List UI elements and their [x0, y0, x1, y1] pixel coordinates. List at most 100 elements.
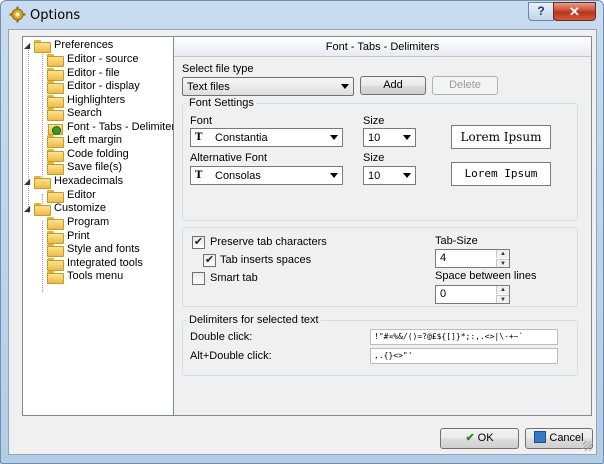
- alternative-font-preview: Lorem Ipsum: [451, 162, 551, 186]
- font-icon: T: [195, 170, 203, 181]
- folder-icon: [47, 67, 64, 81]
- close-button[interactable]: ✕: [553, 2, 596, 21]
- folder-icon: [47, 94, 64, 108]
- font-settings-title: Font Settings: [187, 97, 256, 109]
- ok-label: OK: [477, 432, 494, 444]
- smart-tab-label: Smart tab: [210, 272, 258, 284]
- double-click-delimiters-field[interactable]: !"#¤%&/()=?@£${[]}*;:,.<>|\-+~`: [370, 329, 558, 345]
- folder-icon: [47, 53, 64, 67]
- font-value: Constantia: [215, 131, 268, 144]
- tree-item-hexadecimals[interactable]: ◢ Hexadecimals: [23, 174, 125, 189]
- folder-icon: [34, 39, 51, 53]
- title-bar[interactable]: Options ? ✕: [1, 1, 603, 29]
- folder-icon: [47, 148, 64, 162]
- collapse-icon[interactable]: ◢: [24, 41, 32, 50]
- double-click-label: Double click:: [190, 331, 253, 343]
- tree-item-search[interactable]: Search: [47, 106, 104, 121]
- folder-icon: [47, 216, 64, 230]
- tree-item-tools-menu[interactable]: Tools menu: [47, 269, 125, 284]
- tab-inserts-spaces-checkbox[interactable]: ✔: [203, 254, 216, 267]
- spin-down-icon[interactable]: ▼: [496, 259, 509, 267]
- tab-size-spinner[interactable]: 4 ▲ ▼: [435, 249, 510, 268]
- delete-button[interactable]: Delete: [432, 76, 498, 95]
- collapse-icon[interactable]: ◢: [24, 204, 32, 213]
- folder-icon: [47, 270, 64, 284]
- tree-item-program[interactable]: Program: [47, 215, 111, 230]
- font-icon: T: [195, 132, 203, 143]
- alternative-font-value: Consolas: [215, 169, 261, 182]
- help-button[interactable]: ?: [528, 2, 554, 21]
- tab-size-value: 4: [440, 252, 447, 264]
- tree-item-customize[interactable]: ◢ Customize: [23, 201, 108, 216]
- spin-down-icon[interactable]: ▼: [496, 295, 509, 303]
- panel-header: Font - Tabs - Delimiters: [174, 37, 591, 57]
- alternative-size-label: Size: [363, 152, 385, 164]
- line-spacing-value: 0: [440, 288, 447, 300]
- spin-up-icon[interactable]: ▲: [496, 250, 509, 258]
- folder-icon: [47, 161, 64, 175]
- tree-item-print[interactable]: Print: [47, 229, 92, 244]
- folder-icon: [47, 230, 64, 244]
- alt-double-click-label: Alt+Double click:: [190, 350, 272, 362]
- ok-button[interactable]: ✔ OK: [440, 428, 519, 449]
- tree-item-editor-display[interactable]: Editor - display: [47, 79, 142, 94]
- font-label: Font: [190, 115, 213, 127]
- tree-item-editor-source[interactable]: Editor - source: [47, 52, 141, 67]
- tree-item-save-files[interactable]: Save file(s): [47, 160, 124, 175]
- font-select[interactable]: T Constantia: [190, 128, 343, 147]
- tree-item-highlighters[interactable]: Highlighters: [47, 93, 127, 108]
- smart-tab-checkbox[interactable]: [192, 272, 205, 285]
- spin-up-icon[interactable]: ▲: [496, 286, 509, 294]
- alternative-size-select[interactable]: 10: [363, 166, 416, 185]
- size-label: Size: [363, 115, 385, 127]
- file-type-select[interactable]: Text files: [182, 77, 354, 96]
- size-select[interactable]: 10: [363, 128, 416, 147]
- folder-icon: [47, 243, 64, 257]
- tree-item-preferences[interactable]: ◢ Preferences: [23, 38, 115, 53]
- resize-grip[interactable]: [583, 441, 593, 451]
- add-button[interactable]: Add: [360, 76, 426, 95]
- file-type-value: Text files: [187, 80, 230, 93]
- line-spacing-label: Space between lines: [435, 270, 537, 282]
- checkmark-icon: ✔: [465, 432, 475, 444]
- alternative-size-value: 10: [368, 169, 381, 182]
- folder-icon: [47, 134, 64, 148]
- tree-item-font-tabs-delimiters[interactable]: Font - Tabs - Delimiters: [47, 120, 173, 135]
- tab-inserts-spaces-label: Tab inserts spaces: [220, 254, 312, 266]
- preserve-tab-checkbox[interactable]: ✔: [192, 236, 205, 249]
- folder-icon: [34, 175, 51, 189]
- font-preview: Lorem Ipsum: [451, 125, 551, 149]
- tab-size-label: Tab-Size: [435, 235, 478, 247]
- alternative-font-label: Alternative Font: [190, 152, 268, 164]
- alternative-font-select[interactable]: T Consolas: [190, 166, 343, 185]
- tree-item-integrated-tools[interactable]: Integrated tools: [47, 256, 145, 271]
- folder-icon: [47, 189, 64, 203]
- chevron-down-icon: [330, 135, 338, 140]
- chevron-down-icon: [403, 135, 411, 140]
- file-type-label: Select file type: [182, 63, 254, 75]
- dialog-client-area: ◢ Preferences Editor - source Editor - f…: [8, 29, 597, 455]
- selected-folder-icon: [47, 121, 63, 135]
- chevron-down-icon: [330, 173, 338, 178]
- options-window: Options ? ✕ ◢ Preferences Editor - sourc…: [0, 0, 604, 464]
- size-value: 10: [368, 131, 381, 144]
- collapse-icon[interactable]: ◢: [24, 177, 32, 186]
- tree-item-left-margin[interactable]: Left margin: [47, 133, 124, 148]
- line-spacing-spinner[interactable]: 0 ▲ ▼: [435, 285, 510, 304]
- folder-icon: [47, 257, 64, 271]
- folder-icon: [47, 107, 64, 121]
- category-tree[interactable]: ◢ Preferences Editor - source Editor - f…: [22, 36, 174, 416]
- folder-icon: [34, 202, 51, 216]
- tree-item-style-and-fonts[interactable]: Style and fonts: [47, 242, 142, 257]
- gear-icon: [9, 6, 26, 23]
- chevron-down-icon: [341, 84, 349, 89]
- alt-double-click-delimiters-field[interactable]: ,.{}<>"': [370, 348, 558, 364]
- tree-item-editor[interactable]: Editor: [47, 188, 98, 203]
- folder-icon: [47, 80, 64, 94]
- exit-door-icon: [534, 431, 547, 443]
- window-title: Options: [30, 8, 81, 23]
- settings-panel: Font - Tabs - Delimiters Select file typ…: [173, 36, 592, 416]
- tree-item-editor-file[interactable]: Editor - file: [47, 66, 122, 81]
- preserve-tab-label: Preserve tab characters: [210, 236, 327, 248]
- tree-item-code-folding[interactable]: Code folding: [47, 147, 131, 162]
